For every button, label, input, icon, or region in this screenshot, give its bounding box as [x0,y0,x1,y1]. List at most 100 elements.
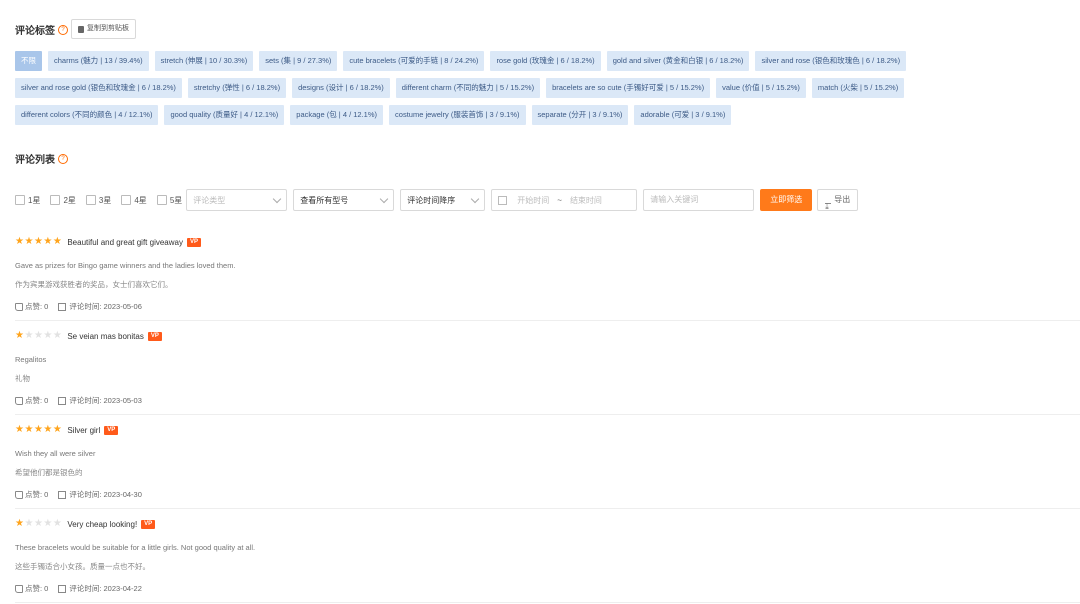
thumbs-up-icon[interactable] [15,584,23,593]
copy-icon [78,25,84,33]
rating-stars: ★ ★ ★ ★ ★ [15,425,62,435]
review-type-select[interactable]: 评论类型 [186,189,288,211]
tag-row: different colors (不同的颜色 | 4 / 12.1%) good… [15,105,1015,125]
review-item: ★ ★ ★ ★ ★ Silver girl VP Wish they all were sil… [15,416,1080,509]
tag-chip[interactable]: adorable (可爱 | 3 / 9.1%) [634,105,732,125]
likes-count: 点赞: 0 [25,396,49,405]
thumbs-up-icon[interactable] [15,302,23,311]
checkbox[interactable] [156,195,167,205]
select-value: 评论时间降序 [407,195,456,205]
tag-chip[interactable]: stretchy (弹性 | 6 / 18.2%) [187,78,287,98]
help-icon[interactable]: ? [58,24,68,35]
star-icon: ★ [24,424,34,435]
review-text: Regalitos [15,355,47,364]
tags-section-title: 评论标签 ? [15,22,68,37]
review-text: These bracelets would be suitable for a … [15,543,256,552]
vp-badge: VP [147,331,162,341]
tag-chip[interactable]: rose gold (玫瑰金 | 6 / 18.2%) [490,51,601,71]
checkbox[interactable] [121,195,132,205]
tag-chip[interactable]: silver and rose (银色和玫瑰色 | 6 / 18.2%) [755,51,907,71]
star-icon: ★ [15,424,24,435]
review-header: ★ ★ ★ ★ ★ Se veian mas bonitas VP [15,331,162,341]
review-header: ★ ★ ★ ★ ★ Beautiful and great gift giveaway VP [15,237,201,247]
chevron-down-icon [471,194,480,203]
tag-list: 不限 charms (魅力 | 13 / 39.4%) stretch (伸展 | … [15,51,1015,132]
tag-chip[interactable]: match (火柴 | 5 / 15.2%) [811,78,905,98]
star-icon: ★ [43,236,53,247]
tag-chip[interactable]: 不限 [15,51,42,71]
review-meta: 点赞: 0 评论时间: 2023-04-30 [15,489,142,500]
checkbox-label: 2星 [63,195,76,205]
filter-bar: 1星 2星 3星 4星 5星 评论类型 查看所有型号 评论时间降序 开始时间 ~… [15,188,859,212]
star-icon: ★ [15,236,24,247]
star-icon: ★ [52,518,62,529]
calendar-icon [58,396,67,405]
review-translation: 作为宾果游戏获胜者的奖品，女士们喜欢它们。 [15,280,173,289]
copy-button-label: 复制到剪贴板 [87,25,129,32]
star-icon: ★ [33,424,43,435]
tag-chip[interactable]: package (包 | 4 / 12.1%) [290,105,384,125]
tag-chip[interactable]: costume jewelry (服装首饰 | 3 / 9.1%) [389,105,526,125]
review-translation: 礼物 [15,374,30,383]
tag-chip[interactable]: silver and rose gold (银色和玫瑰金 | 6 / 18.2%… [15,78,182,98]
end-date-input[interactable]: 结束时间 [570,195,602,206]
tag-chip[interactable]: different colors (不同的颜色 | 4 / 12.1%) [15,105,159,125]
review-item: ★ ★ ★ ★ ★ Very cheap looking! VP These bracelet… [15,510,1080,603]
star-filter-1[interactable]: 1星 [15,195,40,206]
review-header: ★ ★ ★ ★ ★ Very cheap looking! VP [15,518,156,529]
start-date-input[interactable]: 开始时间 [517,195,549,206]
tag-chip[interactable]: sets (集 | 9 / 27.3%) [259,51,338,71]
review-item: ★ ★ ★ ★ ★ Beautiful and great gift giveaway VP… [15,228,1080,321]
star-filter-3[interactable]: 3星 [85,195,111,206]
tag-chip[interactable]: value (价值 | 5 / 15.2%) [716,78,806,98]
select-value: 查看所有型号 [300,195,349,205]
star-icon: ★ [24,518,34,529]
tag-chip[interactable]: different charm (不同的魅力 | 5 / 15.2%) [395,78,541,98]
tag-chip[interactable]: charms (魅力 | 13 / 39.4%) [48,51,149,71]
select-placeholder: 评论类型 [193,195,226,205]
likes-count: 点赞: 0 [25,302,49,311]
chevron-down-icon [273,194,282,203]
tag-chip[interactable]: bracelets are so cute (手镯好可爱 | 5 / 15.2%… [546,78,711,98]
filter-button[interactable]: 立即筛选 [760,189,813,211]
review-title: Silver girl [67,425,101,435]
calendar-icon [58,490,67,499]
model-select[interactable]: 查看所有型号 [293,189,395,211]
review-time: 评论时间: 2023-04-22 [69,584,142,593]
review-meta: 点赞: 0 评论时间: 2023-05-06 [15,301,142,312]
star-icon: ★ [24,236,34,247]
star-filter-5[interactable]: 5星 [156,195,182,206]
checkbox-label: 1星 [28,195,41,205]
export-button[interactable]: ⤓ 导出 [817,189,859,211]
star-filter-2[interactable]: 2星 [50,195,76,206]
checkbox[interactable] [85,195,96,205]
likes-count: 点赞: 0 [25,584,49,593]
thumbs-up-icon[interactable] [15,396,23,405]
vp-badge: VP [141,519,156,529]
sort-select[interactable]: 评论时间降序 [400,189,486,211]
star-filter-4[interactable]: 4星 [121,195,147,206]
tag-chip[interactable]: good quality (质量好 | 4 / 12.1%) [164,105,285,125]
tag-chip[interactable]: cute bracelets (可爱的手链 | 8 / 24.2%) [343,51,485,71]
checkbox[interactable] [15,195,25,205]
copy-to-clipboard-button[interactable]: 复制到剪贴板 [71,19,136,39]
keyword-input[interactable]: 请输入关键词 [643,189,755,211]
calendar-icon [58,584,67,593]
star-icon: ★ [43,518,53,529]
review-title: Beautiful and great gift giveaway [67,237,183,247]
export-label: 导出 [834,195,851,204]
tag-chip[interactable]: gold and silver (黄金和白银 | 6 / 18.2%) [606,51,750,71]
rating-stars: ★ ★ ★ ★ ★ [15,331,62,341]
tag-chip[interactable]: stretch (伸展 | 10 / 30.3%) [154,51,254,71]
tag-chip[interactable]: designs (设计 | 6 / 18.2%) [292,78,390,98]
star-icon: ★ [24,330,34,341]
vp-badge: VP [186,237,201,247]
help-icon[interactable]: ? [58,153,68,164]
star-icon: ★ [15,518,24,529]
review-time: 评论时间: 2023-04-30 [69,490,142,499]
checkbox[interactable] [50,195,61,205]
date-range-picker[interactable]: 开始时间 ~ 结束时间 [491,189,638,211]
thumbs-up-icon[interactable] [15,490,23,499]
tag-chip[interactable]: separate (分开 | 3 / 9.1%) [531,105,629,125]
download-icon: ⤓ [825,197,832,211]
